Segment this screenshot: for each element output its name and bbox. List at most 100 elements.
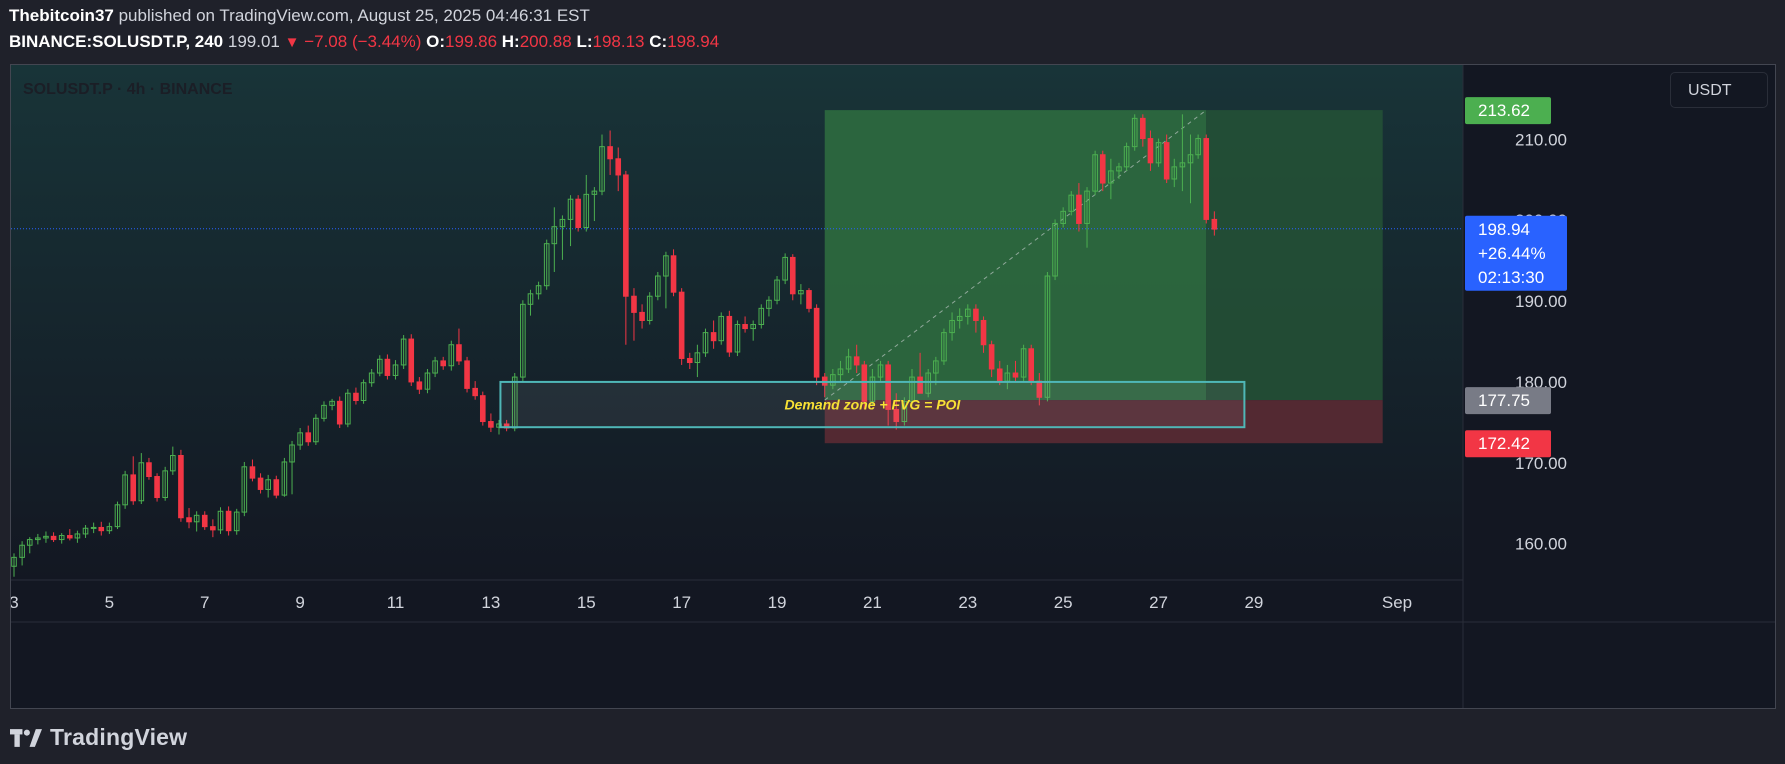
candle-body [686, 357, 693, 364]
candle-body [225, 510, 232, 532]
chart-pair-label: SOLUSDT.P · 4h · BINANCE [23, 81, 233, 98]
y-tick-label: 160.00 [1515, 535, 1567, 554]
close-value: 198.94 [667, 32, 720, 51]
header-line-2: BINANCE:SOLUSDT.P, 240 199.01 ▼ −7.08 (−… [9, 32, 719, 52]
candlestick-chart[interactable]: Demand zone + FVG = POI 210.00200.00190.… [11, 65, 1776, 709]
candle-body [456, 344, 462, 362]
candle-body [639, 311, 645, 321]
candle-body [1147, 138, 1154, 164]
candle[interactable] [225, 506, 232, 536]
candle-body [416, 381, 423, 390]
candle-body [464, 360, 470, 389]
x-tick-label: 3 [11, 593, 19, 612]
x-tick-label: 15 [577, 593, 596, 612]
current-price-text: 198.94 [1478, 220, 1530, 239]
candle-body [996, 368, 1003, 382]
low-value: 198.13 [592, 32, 645, 51]
candle-body [1012, 372, 1019, 378]
candle-body [670, 255, 677, 293]
candle[interactable] [178, 449, 184, 522]
candle-body [623, 174, 629, 297]
tradingview-logo-text: TradingView [50, 724, 188, 750]
candle-body [50, 535, 57, 541]
candle-body [980, 319, 987, 346]
countdown-text: 02:13:30 [1478, 268, 1544, 287]
candle-body [678, 291, 685, 359]
chart-frame[interactable]: Demand zone + FVG = POI 210.00200.00190.… [10, 64, 1776, 709]
currency-button[interactable]: USDT [1670, 72, 1768, 108]
price-label-text: 213.62 [1478, 101, 1530, 120]
candle-body [813, 307, 820, 378]
candle[interactable] [678, 288, 685, 365]
candle-body [615, 158, 622, 176]
candle-body [336, 400, 343, 425]
x-tick-label: 5 [105, 593, 114, 612]
candle-body [1099, 154, 1106, 184]
footer-logo[interactable]: TradingView [10, 724, 187, 751]
high-value: 200.88 [519, 32, 572, 51]
price-label-badge: 213.62 [1465, 97, 1551, 125]
x-tick-label: 11 [387, 593, 405, 612]
y-tick-label: 210.00 [1515, 130, 1567, 149]
candle-body [178, 454, 184, 519]
candle-body [384, 358, 391, 376]
x-tick-label: 19 [768, 593, 787, 612]
profit-zone-extension [1206, 110, 1383, 401]
candle-body [607, 146, 613, 160]
down-triangle-icon: ▼ [284, 34, 300, 51]
candle[interactable] [726, 310, 733, 357]
candle-body [472, 387, 478, 397]
candle[interactable] [806, 288, 812, 313]
candle-body [488, 421, 494, 428]
candle-body [1211, 218, 1218, 230]
price-change: −7.08 (−3.44%) [304, 32, 422, 51]
candle-body [201, 514, 208, 528]
x-tick-label: 17 [672, 593, 691, 612]
candle[interactable] [336, 396, 343, 429]
candle-body [408, 338, 415, 383]
current-price-badge: 198.94 +26.44% 02:13:30 [1465, 215, 1567, 291]
price-label-text: 172.42 [1478, 434, 1530, 453]
candle-body [249, 466, 256, 479]
x-tick-label: 27 [1149, 593, 1168, 612]
candle[interactable] [464, 356, 470, 393]
candle-body [631, 295, 637, 313]
candle-body [90, 526, 97, 529]
candle[interactable] [408, 334, 415, 386]
x-tick-label: 29 [1244, 593, 1263, 612]
candle-body [66, 535, 73, 539]
demand-zone-label: Demand zone + FVG = POI [784, 397, 961, 413]
candle-body [973, 308, 979, 321]
candle-body [575, 198, 581, 229]
candle-body [257, 477, 264, 490]
candle-body [1140, 117, 1146, 140]
candle[interactable] [154, 473, 160, 502]
header-line-1: Thebitcoin37 published on TradingView.co… [9, 6, 590, 26]
candle-body [210, 526, 216, 531]
candle-body [988, 344, 995, 370]
price-label-text: 177.75 [1478, 391, 1530, 410]
price-label-badge: 172.42 [1465, 430, 1551, 458]
author-name[interactable]: Thebitcoin37 [9, 6, 114, 25]
candle-body [789, 256, 796, 295]
x-tick-label: 7 [200, 593, 209, 612]
last-price: 199.01 [227, 32, 280, 51]
candle[interactable] [789, 254, 796, 301]
x-tick-label: 23 [958, 593, 977, 612]
close-label: C: [649, 32, 668, 51]
candle[interactable] [479, 391, 486, 426]
candle[interactable] [1203, 134, 1210, 224]
price-label-badge: 177.75 [1465, 387, 1551, 415]
low-label: L: [576, 32, 593, 51]
candle-body [440, 360, 447, 367]
x-tick-label: Sep [1382, 593, 1412, 612]
candle[interactable] [575, 195, 581, 232]
candle[interactable] [1028, 344, 1035, 386]
high-label: H: [501, 32, 520, 51]
candle[interactable] [670, 249, 677, 297]
x-tick-label: 13 [481, 593, 500, 612]
candle-body [154, 476, 160, 499]
candle[interactable] [813, 304, 820, 386]
tradingview-logo-icon [10, 728, 42, 747]
x-tick-label: 9 [295, 593, 304, 612]
